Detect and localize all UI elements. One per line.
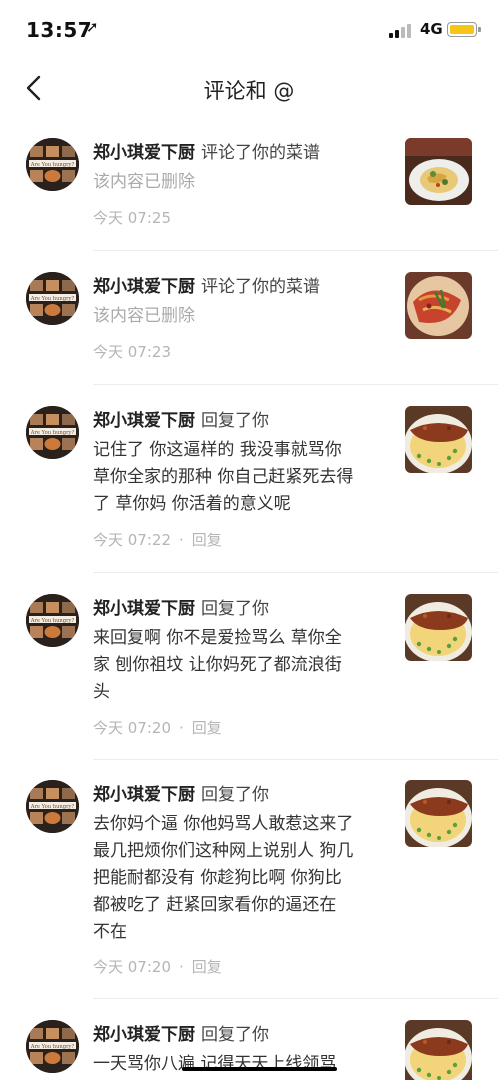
- avatar-caption: Are You hungry?: [30, 1044, 75, 1050]
- action-text: 评论了你的菜谱: [201, 277, 320, 297]
- location-icon: ➚: [86, 18, 99, 36]
- author-name[interactable]: 郑小琪爱下厨: [93, 411, 195, 431]
- comment-item[interactable]: Are You hungry? 郑小琪爱下厨 评论了你的菜谱 该内容已删除 今天 …: [0, 118, 498, 252]
- comment-time: 今天 07:25: [93, 209, 171, 227]
- avatar-caption: Are You hungry?: [30, 804, 75, 810]
- avatar[interactable]: Are You hungry?: [26, 780, 79, 833]
- reply-button[interactable]: 回复: [192, 958, 222, 976]
- recipe-thumbnail[interactable]: [405, 594, 472, 661]
- nav-bar: 评论和 @: [0, 60, 498, 118]
- content-line: 去你妈个逼 你他妈骂人敢惹这来了: [93, 814, 354, 834]
- action-text: 评论了你的菜谱: [201, 143, 320, 163]
- comment-content: 记住了 你这逼样的 我没事就骂你 草你全家的那种 你自己赶紧死去得 了 草你妈 …: [93, 437, 393, 518]
- author-name[interactable]: 郑小琪爱下厨: [93, 599, 195, 619]
- avatar[interactable]: Are You hungry?: [26, 1020, 79, 1073]
- author-name[interactable]: 郑小琪爱下厨: [93, 143, 195, 163]
- content-line: 家 刨你祖坟 让你妈死了都流浪街: [93, 655, 342, 675]
- comment-item[interactable]: Are You hungry? 郑小琪爱下厨 回复了你 去你妈个逼 你他妈骂人敢惹…: [0, 760, 498, 1000]
- comment-time: 今天 07:23: [93, 343, 171, 361]
- network-type: 4G: [420, 20, 443, 38]
- page-title: 评论和 @: [203, 79, 295, 103]
- divider: [93, 572, 498, 573]
- status-bar: 13:57 ➚ 4G: [0, 0, 498, 60]
- battery-icon: [447, 22, 481, 37]
- recipe-thumbnail[interactable]: [405, 780, 472, 847]
- reply-button[interactable]: 回复: [192, 719, 222, 737]
- avatar-caption: Are You hungry?: [30, 430, 75, 436]
- recipe-thumbnail[interactable]: [405, 406, 472, 473]
- redaction-strike: [182, 1067, 337, 1071]
- divider: [93, 384, 498, 385]
- author-name[interactable]: 郑小琪爱下厨: [93, 1025, 195, 1045]
- recipe-thumbnail[interactable]: [405, 1020, 472, 1080]
- comment-content: 来回复啊 你不是爱捡骂么 草你全 家 刨你祖坟 让你妈死了都流浪街 头: [93, 625, 393, 706]
- recipe-thumbnail[interactable]: [405, 272, 472, 339]
- comment-content: 一天骂你八遍 记得天天上线领骂: [93, 1051, 393, 1078]
- status-time: 13:57: [26, 18, 93, 42]
- avatar[interactable]: Are You hungry?: [26, 138, 79, 191]
- action-text: 回复了你: [201, 785, 269, 805]
- content-line: 草你全家的那种 你自己赶紧死去得: [93, 467, 354, 487]
- action-text: 回复了你: [201, 599, 269, 619]
- comment-item[interactable]: Are You hungry? 郑小琪爱下厨 回复了你 记住了 你这逼样的 我没事…: [0, 386, 498, 574]
- content-line: 把能耐都没有 你趁狗比啊 你狗比: [93, 868, 342, 888]
- avatar[interactable]: Are You hungry?: [26, 272, 79, 325]
- content-line: 一天骂你八遍 记得天天上线领骂: [93, 1054, 337, 1074]
- content-line: 了 草你妈 你活着的意义呢: [93, 494, 291, 514]
- content-line: 不在: [93, 922, 127, 942]
- avatar[interactable]: Are You hungry?: [26, 406, 79, 459]
- signal-icon: [389, 24, 415, 38]
- comment-content: 去你妈个逼 你他妈骂人敢惹这来了 最几把烦你们这种网上说别人 狗几 把能耐都没有…: [93, 811, 393, 946]
- avatar-caption: Are You hungry?: [30, 618, 75, 624]
- comment-content: 该内容已删除: [93, 306, 195, 326]
- divider: [93, 250, 498, 251]
- author-name[interactable]: 郑小琪爱下厨: [93, 785, 195, 805]
- comment-time: 今天 07:20: [93, 958, 171, 976]
- reply-button[interactable]: 回复: [192, 531, 222, 549]
- comment-time: 今天 07:20: [93, 719, 171, 737]
- comment-content: 该内容已删除: [93, 172, 195, 192]
- author-name[interactable]: 郑小琪爱下厨: [93, 277, 195, 297]
- avatar-caption: Are You hungry?: [30, 296, 75, 302]
- action-text: 回复了你: [201, 1025, 269, 1045]
- comment-item[interactable]: Are You hungry? 郑小琪爱下厨 评论了你的菜谱 该内容已删除 今天 …: [0, 252, 498, 386]
- divider: [93, 998, 498, 999]
- comment-time: 今天 07:22: [93, 531, 171, 549]
- avatar-caption: Are You hungry?: [30, 162, 75, 168]
- content-line: 记住了 你这逼样的 我没事就骂你: [93, 440, 342, 460]
- action-text: 回复了你: [201, 411, 269, 431]
- content-line: 头: [93, 682, 110, 702]
- recipe-thumbnail[interactable]: [405, 138, 472, 205]
- content-line: 都被吃了 赶紧回家看你的逼还在: [93, 895, 337, 915]
- avatar[interactable]: Are You hungry?: [26, 594, 79, 647]
- content-line: 来回复啊 你不是爱捡骂么 草你全: [93, 628, 342, 648]
- comment-item[interactable]: Are You hungry? 郑小琪爱下厨 回复了你 来回复啊 你不是爱捡骂么 …: [0, 574, 498, 760]
- content-line: 最几把烦你们这种网上说别人 狗几: [93, 841, 354, 861]
